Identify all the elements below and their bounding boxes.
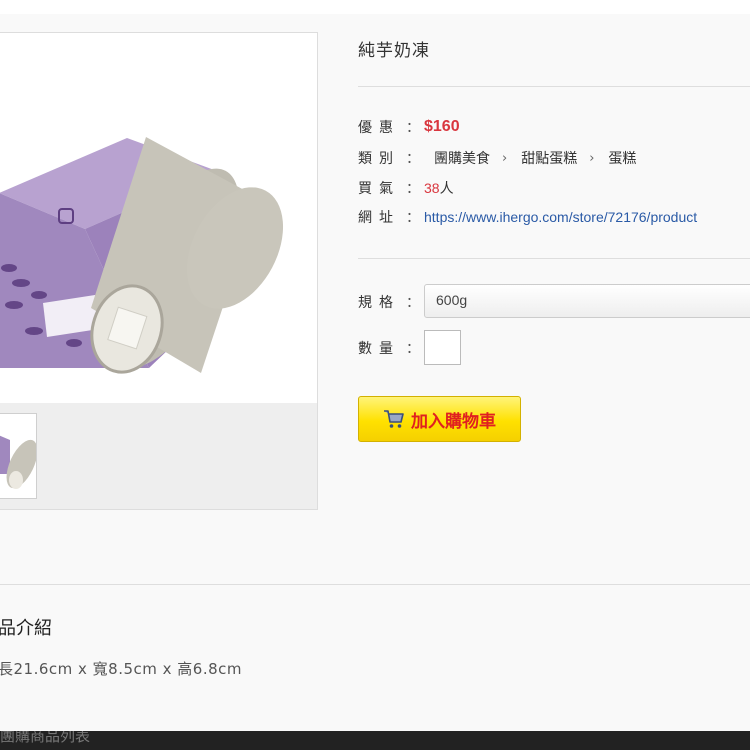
section-divider <box>0 584 750 585</box>
category-link-1[interactable]: 團購美食 <box>434 148 490 168</box>
product-page: 純芋奶凍 優惠 ： $160 類別 ： 團購美食 › 甜點蛋糕 › 蛋糕 買氣 … <box>0 0 750 750</box>
category-row: 類別 ： 團購美食 › 甜點蛋糕 › 蛋糕 <box>358 148 636 168</box>
price-label: 優惠 <box>358 120 400 136</box>
colon: ： <box>406 341 420 357</box>
thumbnail-image[interactable] <box>0 413 37 499</box>
product-gallery <box>0 32 318 510</box>
shopping-cart-icon <box>384 410 404 428</box>
product-dimensions: 長21.6cm x 寬8.5cm x 高6.8cm <box>0 660 243 678</box>
spec-select[interactable]: 600g <box>424 284 750 318</box>
url-label: 網址 <box>358 210 400 226</box>
spec-label: 規格 <box>358 295 400 311</box>
divider <box>358 258 750 259</box>
colon: ： <box>406 210 420 226</box>
colon: ： <box>406 151 420 167</box>
add-to-cart-label: 加入購物車 <box>411 411 496 432</box>
category-label: 類別 <box>358 151 400 167</box>
top-strip <box>0 0 750 14</box>
product-url-link[interactable]: https://www.ihergo.com/store/72176/produ… <box>424 209 697 225</box>
chevron-right-icon: › <box>589 150 595 166</box>
popularity-label: 買氣 <box>358 181 400 197</box>
price-row: 優惠 ： $160 <box>358 117 460 137</box>
quantity-row: 數量 ： <box>358 338 424 358</box>
intro-title: 品介紹 <box>0 618 52 639</box>
colon: ： <box>406 295 420 311</box>
divider <box>358 86 750 87</box>
colon: ： <box>406 181 420 197</box>
add-to-cart-button[interactable]: 加入購物車 <box>358 396 521 442</box>
popularity-unit: 人 <box>439 181 454 197</box>
category-link-3[interactable]: 蛋糕 <box>608 148 636 168</box>
popularity-count: 38 <box>424 180 440 196</box>
colon: ： <box>406 120 420 136</box>
url-row: 網址 ： https://www.ihergo.com/store/72176/… <box>358 207 697 227</box>
popularity-row: 買氣 ： 38 人 <box>358 178 454 198</box>
quantity-input[interactable] <box>424 330 461 365</box>
price-value: $160 <box>424 118 460 135</box>
footer-text[interactable]: 團購商品列表 <box>0 731 90 746</box>
main-product-image[interactable] <box>0 33 317 403</box>
quantity-label: 數量 <box>358 341 400 357</box>
spec-row: 規格 ： <box>358 292 424 312</box>
category-link-2[interactable]: 甜點蛋糕 <box>521 148 577 168</box>
product-title: 純芋奶凍 <box>358 41 430 61</box>
footer-bar: 團購商品列表 <box>0 731 750 750</box>
chevron-right-icon: › <box>502 150 508 166</box>
